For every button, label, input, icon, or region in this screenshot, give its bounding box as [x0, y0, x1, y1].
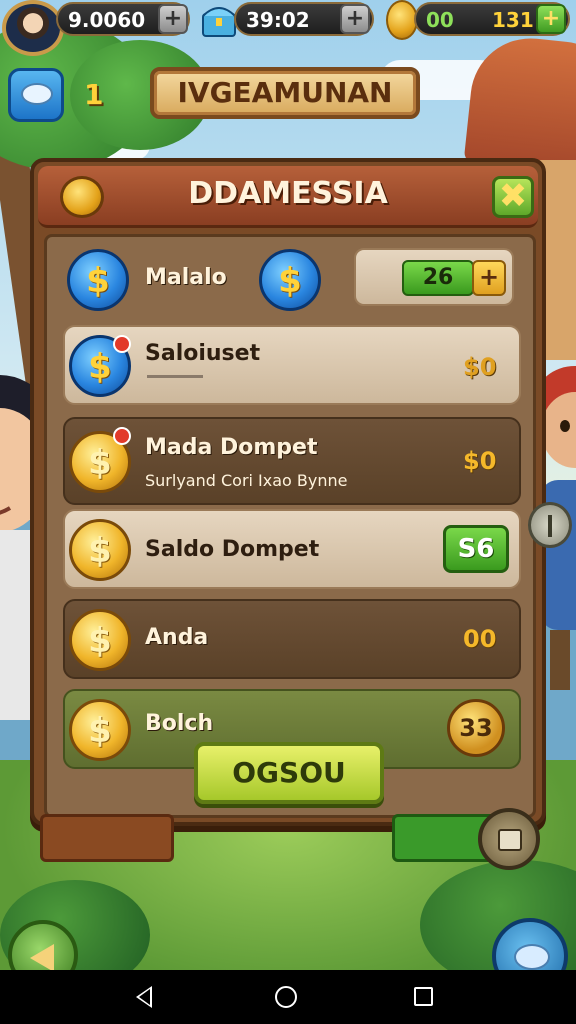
list-item[interactable]: $ Anda 00	[63, 599, 521, 679]
chat-bubble-icon	[514, 944, 550, 970]
list-item[interactable]: $ Saldo Dompet S6	[63, 509, 521, 589]
close-button[interactable]: ✖	[492, 176, 534, 218]
top-row-label: Malalo	[145, 265, 227, 290]
row-value: $0	[463, 353, 497, 381]
panel-body: $ Malalo $ $ Saloiuset $0 $ Mada Dompet …	[44, 234, 536, 818]
scroll-handle[interactable]	[528, 502, 572, 548]
notification-dot	[113, 427, 131, 445]
row-value: $0	[463, 447, 497, 475]
row-label: Mada Dompet	[145, 435, 318, 460]
row-label: Saldo Dompet	[145, 537, 320, 562]
nav-home-icon[interactable]	[275, 986, 297, 1008]
menu-icon	[498, 829, 522, 851]
nav-back-icon-inner	[139, 989, 150, 1005]
row-value: 00	[463, 625, 497, 653]
add-coins-button[interactable]: +	[536, 4, 566, 34]
arrow-left-icon	[30, 944, 54, 972]
handle-line-icon	[548, 515, 552, 537]
row-sub-line	[147, 375, 203, 378]
counter-pill: 26 +	[354, 248, 514, 306]
add-chest-button[interactable]: +	[340, 4, 370, 34]
row-label: Anda	[145, 625, 209, 650]
chest-timer: 39:02	[246, 8, 310, 32]
nav-recents-icon[interactable]	[414, 987, 433, 1006]
list-item[interactable]: $ Saloiuset $0	[63, 325, 521, 405]
coin-pill: 00 1311 +	[414, 2, 570, 36]
coin-count: 00	[426, 8, 454, 32]
gold-coin-icon: $	[69, 609, 131, 671]
system-nav-bar	[0, 970, 576, 1024]
blue-coin-icon: $	[67, 249, 129, 311]
counter-plus-button[interactable]: +	[472, 260, 506, 296]
panel-header: DDAMESSIA ✖	[38, 166, 538, 228]
gold-coin-icon: $	[69, 519, 131, 581]
panel-title: DDAMESSIA	[188, 176, 388, 211]
notification-dot	[113, 335, 131, 353]
blue-coin-icon: $	[259, 249, 321, 311]
chat-button[interactable]	[8, 68, 64, 122]
value-box[interactable]: S6	[443, 525, 509, 573]
treasure-chest-icon	[202, 7, 236, 37]
chat-bubble-icon	[21, 83, 53, 105]
gold-coin-icon: $	[69, 699, 131, 761]
value-circle[interactable]: 33	[447, 699, 505, 757]
score-pill: 9.0060 +	[56, 2, 190, 36]
add-score-button[interactable]: +	[158, 4, 188, 34]
player-score: 9.0060	[68, 8, 146, 32]
row-label: Saloiuset	[145, 341, 261, 366]
row-subtitle: Surlyand Cori Ixao Bynne	[145, 471, 348, 490]
player-avatar[interactable]	[2, 0, 64, 56]
title-banner: IVGEAMUNAN	[150, 67, 420, 119]
chat-count: 1	[84, 78, 104, 111]
counter-value: 26	[402, 260, 474, 296]
menu-button[interactable]	[478, 808, 540, 870]
confirm-button[interactable]: OGSOU	[194, 742, 384, 804]
row-label: Bolch	[145, 711, 214, 736]
list-item[interactable]: $ Mada Dompet Surlyand Cori Ixao Bynne $…	[63, 417, 521, 505]
wooden-sign	[40, 814, 174, 862]
chest-timer-pill: 39:02 +	[234, 2, 374, 36]
